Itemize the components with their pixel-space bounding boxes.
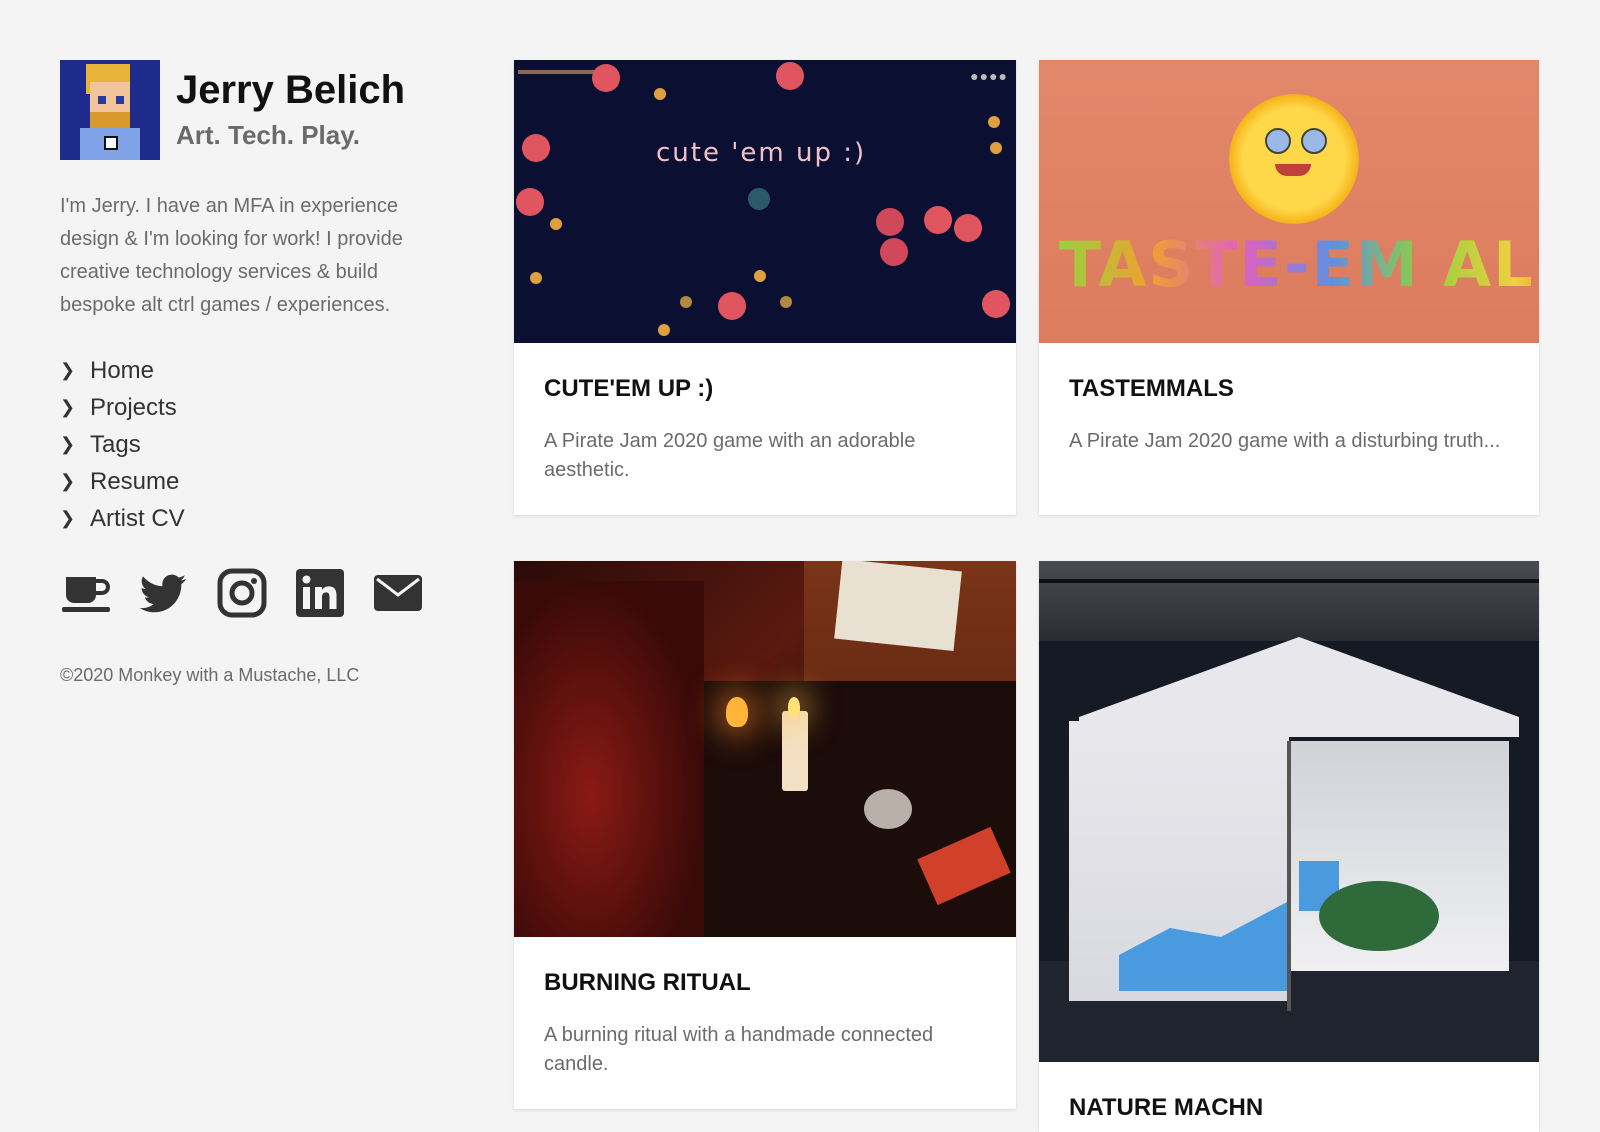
nav-item-label: Home xyxy=(90,356,155,384)
card-title[interactable]: TASTEMMALS xyxy=(1069,375,1509,403)
nav-item-label: Artist CV xyxy=(90,504,185,532)
tagline: Art. Tech. Play. xyxy=(176,120,360,150)
project-card-tastemmals[interactable]: TASTE-EM ALL! TASTEMMALS A Pirate Jam 20… xyxy=(1039,60,1539,515)
nav-item-home[interactable]: ❯ Home xyxy=(60,352,460,389)
project-card-nature-machn[interactable]: NATURE MACHN xyxy=(1039,561,1539,1132)
card-body: CUTE'EM UP :) A Pirate Jam 2020 game wit… xyxy=(514,343,1016,509)
card-body: NATURE MACHN xyxy=(1039,1062,1539,1132)
nav-item-resume[interactable]: ❯ Resume xyxy=(60,463,460,500)
profile-header: Jerry Belich Art. Tech. Play. xyxy=(60,60,460,160)
card-description: A burning ritual with a handmade connect… xyxy=(544,1024,934,1075)
twitter-icon[interactable] xyxy=(138,567,190,619)
project-thumbnail[interactable] xyxy=(1039,561,1539,1062)
linkedin-icon[interactable] xyxy=(294,567,346,619)
chevron-right-icon: ❯ xyxy=(60,397,76,417)
bio-text: I'm Jerry. I have an MFA in experience d… xyxy=(60,195,403,316)
project-card-burning-ritual[interactable]: BURNING RITUAL A burning ritual with a h… xyxy=(514,561,1016,1109)
card-description: A Pirate Jam 2020 game with a disturbing… xyxy=(1069,430,1501,452)
card-body: TASTEMMALS A Pirate Jam 2020 game with a… xyxy=(1039,343,1539,480)
chevron-right-icon: ❯ xyxy=(60,360,76,380)
card-title[interactable]: BURNING RITUAL xyxy=(544,969,986,997)
card-description: A Pirate Jam 2020 game with an adorable … xyxy=(544,430,916,481)
mail-icon[interactable] xyxy=(372,567,424,619)
thumbnail-caption: cute 'em up :) xyxy=(656,138,867,168)
project-thumbnail[interactable] xyxy=(514,561,1016,937)
instagram-icon[interactable] xyxy=(216,567,268,619)
card-title[interactable]: NATURE MACHN xyxy=(1069,1094,1509,1122)
nav-item-label: Resume xyxy=(90,467,180,495)
project-card-cute-em-up[interactable]: ●●●● cute 'em up :) CUTE'EM UP :) A Pira… xyxy=(514,60,1016,515)
nav-item-label: Projects xyxy=(90,393,177,421)
site-name[interactable]: Jerry Belich xyxy=(176,66,405,114)
card-title[interactable]: CUTE'EM UP :) xyxy=(544,375,986,403)
sidebar: Jerry Belich Art. Tech. Play. I'm Jerry.… xyxy=(60,60,460,686)
copyright-text: ©2020 Monkey with a Mustache, LLC xyxy=(60,665,360,685)
chevron-right-icon: ❯ xyxy=(60,434,76,454)
nav-item-label: Tags xyxy=(90,430,141,458)
name-block: Jerry Belich Art. Tech. Play. xyxy=(176,60,405,151)
chevron-right-icon: ❯ xyxy=(60,471,76,491)
nav-item-projects[interactable]: ❯ Projects xyxy=(60,389,460,426)
chevron-right-icon: ❯ xyxy=(60,508,76,528)
nav-item-tags[interactable]: ❯ Tags xyxy=(60,426,460,463)
nav-item-artist-cv[interactable]: ❯ Artist CV xyxy=(60,500,460,537)
coffee-cup-icon[interactable] xyxy=(60,567,112,619)
avatar[interactable] xyxy=(60,60,160,160)
thumbnail-caption: TASTE-EM ALL! xyxy=(1059,228,1539,301)
social-links xyxy=(60,567,460,619)
card-body: BURNING RITUAL A burning ritual with a h… xyxy=(514,937,1016,1103)
project-thumbnail[interactable]: TASTE-EM ALL! xyxy=(1039,60,1539,343)
main-nav: ❯ Home ❯ Projects ❯ Tags ❯ Resume ❯ Artist CV xyxy=(60,352,460,537)
project-thumbnail[interactable]: ●●●● cute 'em up :) xyxy=(514,60,1016,343)
